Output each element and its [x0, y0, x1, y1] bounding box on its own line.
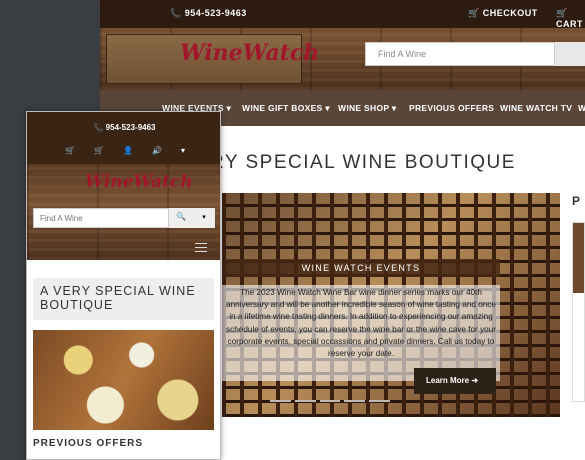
- sidebar-card[interactable]: [572, 222, 585, 402]
- cart-link[interactable]: 🛒 CART: [556, 8, 585, 29]
- nav-wine-watch-tv[interactable]: WINE WATCH TV: [500, 103, 572, 113]
- hero-text: The 2023 Wine Watch Wine Bar wine dinner…: [222, 285, 500, 381]
- phone-number: 954-523-9463: [184, 8, 247, 18]
- sidebar-heading: P: [572, 194, 581, 208]
- mobile-site-logo[interactable]: WineWatch: [85, 172, 193, 192]
- learn-more-button[interactable]: Learn More ➜: [414, 368, 496, 394]
- mobile-icons-row: 🛒 🛒 👤 🔊 ▾: [65, 146, 185, 155]
- mobile-phone-link[interactable]: 📞 954-523-9463: [27, 123, 220, 132]
- mobile-view: 📞 954-523-9463 🛒 🛒 👤 🔊 ▾ WineWatch Find …: [26, 111, 221, 460]
- page-title: RY SPECIAL WINE BOUTIQUE: [210, 152, 516, 173]
- hamburger-icon[interactable]: [195, 243, 207, 252]
- hero-label: WINE WATCH EVENTS: [222, 259, 500, 277]
- mobile-section-heading: PREVIOUS OFFERS: [33, 438, 144, 449]
- checkout-label: CHECKOUT: [482, 8, 538, 18]
- cart-label: CART: [556, 19, 583, 29]
- top-bar: 📞 954-523-9463 🛒 CHECKOUT 🛒 CART: [100, 0, 585, 29]
- mobile-phone-number: 954-523-9463: [105, 123, 156, 132]
- search-placeholder: Find A Wine: [378, 49, 427, 59]
- volume-icon[interactable]: 🔊: [152, 146, 162, 155]
- nav-more[interactable]: W: [578, 103, 585, 113]
- slider-dots[interactable]: [270, 400, 390, 403]
- search-button[interactable]: [555, 42, 585, 66]
- search-input[interactable]: Find A Wine: [365, 42, 555, 66]
- nav-previous-offers[interactable]: PREVIOUS OFFERS: [409, 103, 494, 113]
- mobile-top-bar: [27, 112, 220, 164]
- mobile-feature-image[interactable]: [33, 330, 214, 430]
- hero-slider[interactable]: WINE WATCH EVENTS The 2023 Wine Watch Wi…: [222, 193, 560, 417]
- site-logo[interactable]: WineWatch: [180, 40, 319, 66]
- cart-icon[interactable]: 🛒: [65, 146, 75, 155]
- user-icon[interactable]: 👤: [123, 146, 133, 155]
- mobile-search-dropdown[interactable]: ▾: [193, 208, 215, 228]
- checkout-icon[interactable]: 🛒: [94, 146, 104, 155]
- nav-wine-gift-boxes[interactable]: WINE GIFT BOXES ▾: [242, 103, 330, 114]
- mobile-search-placeholder: Find A Wine: [40, 214, 83, 223]
- nav-wine-shop[interactable]: WINE SHOP ▾: [338, 103, 396, 114]
- checkout-link[interactable]: 🛒 CHECKOUT: [468, 8, 538, 19]
- phone-link[interactable]: 📞 954-523-9463: [170, 8, 247, 19]
- search-icon[interactable]: 🔍: [169, 208, 193, 228]
- chevron-down-icon[interactable]: ▾: [181, 146, 185, 155]
- mobile-search-input[interactable]: Find A Wine: [33, 208, 169, 228]
- mobile-page-title: A VERY SPECIAL WINE BOUTIQUE: [33, 278, 214, 320]
